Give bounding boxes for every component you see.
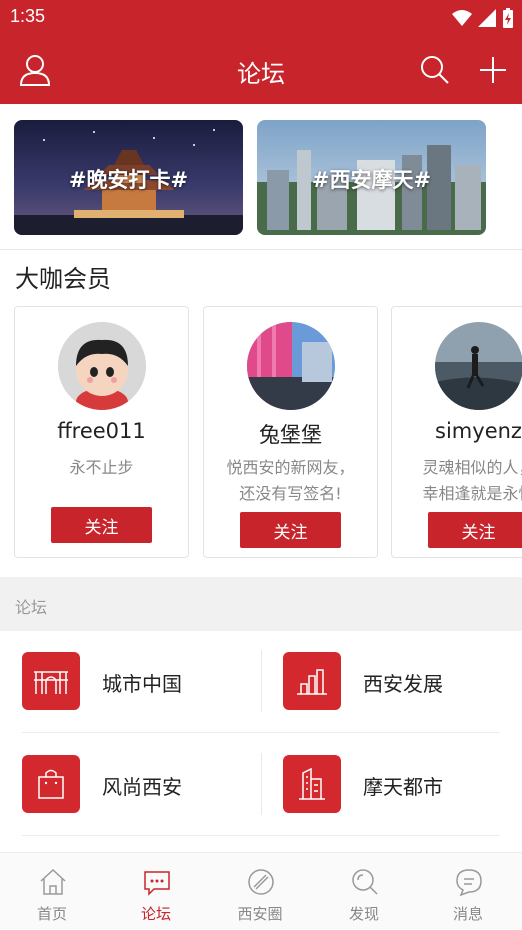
tab-xian-circle[interactable]: 西安圈: [208, 853, 312, 930]
divider: [22, 732, 500, 733]
forum-name: 西安发展: [363, 672, 443, 696]
message-icon: [456, 869, 482, 897]
cartoon-avatar-image: [58, 322, 146, 410]
banner-skyscraper[interactable]: #西安摩天#: [257, 120, 486, 235]
tab-forum[interactable]: 论坛: [104, 853, 208, 930]
add-button[interactable]: [475, 52, 511, 88]
members-section-title: 大咖会员: [15, 265, 111, 293]
forum-icon-tile: [283, 652, 341, 710]
member-card[interactable]: 兔堡堡 悦西安的新网友， 还没有写签名! 关注: [203, 306, 378, 558]
member-bio: 灵魂相似的人， 幸相逢就是永恒: [422, 458, 522, 503]
bar-chart-icon: [297, 669, 327, 695]
tab-label: 消息: [452, 905, 483, 923]
follow-button[interactable]: 关注: [240, 512, 341, 548]
forum-name: 风尚西安: [102, 775, 182, 799]
tab-label: 论坛: [140, 905, 171, 923]
follow-button[interactable]: 关注: [51, 507, 152, 543]
forum-item-xian-development[interactable]: 西安发展: [261, 652, 501, 752]
city-gate-icon: [34, 671, 68, 694]
members-carousel[interactable]: ffree011 永不止步 关注 兔堡堡 悦西安的新网友， 还没有写签名! 关注: [14, 306, 522, 562]
chat-icon: [144, 871, 170, 896]
app-header: 论坛: [0, 36, 522, 104]
forum-item-fashion-xian[interactable]: 风尚西安: [0, 755, 240, 855]
beach-photo-avatar: [435, 322, 522, 410]
topic-banners: #晚安打卡# #西安摩天#: [14, 120, 486, 235]
forum-icon-tile: [22, 755, 80, 813]
banner-label: #晚安打卡#: [68, 168, 189, 192]
signal-icon: [478, 9, 496, 27]
tab-label: 西安圈: [237, 905, 283, 923]
plus-icon: [480, 57, 506, 83]
banner-goodnight[interactable]: #晚安打卡#: [14, 120, 243, 235]
wifi-icon: [452, 10, 472, 26]
tab-home[interactable]: 首页: [0, 853, 104, 930]
forum-name: 摩天都市: [363, 775, 443, 799]
bottom-tab-bar: 首页 论坛 西安圈 发现 消息: [0, 852, 522, 929]
forum-item-skyscraper-city[interactable]: 摩天都市: [261, 755, 501, 855]
member-name: 兔堡堡: [259, 423, 322, 447]
member-card[interactable]: simyenz 灵魂相似的人， 幸相逢就是永恒 关注: [391, 306, 522, 558]
avatar[interactable]: [435, 322, 522, 410]
search-button[interactable]: [417, 52, 453, 88]
forum-section-title: 论坛: [15, 598, 48, 617]
forum-name: 城市中国: [102, 672, 182, 696]
skyscraper-icon: [299, 767, 325, 800]
forum-icon-tile: [22, 652, 80, 710]
divider: [22, 835, 500, 836]
tab-messages[interactable]: 消息: [416, 853, 520, 930]
forum-item-city-china[interactable]: 城市中国: [0, 652, 240, 752]
member-bio: 永不止步: [69, 458, 134, 477]
member-bio: 悦西安的新网友， 还没有写签名!: [226, 458, 355, 503]
divider: [0, 249, 522, 250]
search-icon: [421, 56, 449, 84]
avatar[interactable]: [247, 322, 335, 410]
home-icon: [40, 868, 66, 895]
forum-section-header: 论坛: [0, 577, 522, 631]
member-name: simyenz: [435, 419, 522, 443]
tab-label: 发现: [348, 905, 379, 923]
follow-button[interactable]: 关注: [428, 512, 522, 548]
tab-discover[interactable]: 发现: [312, 853, 416, 930]
avatar[interactable]: [58, 322, 146, 410]
discover-icon: [352, 869, 378, 895]
banner-label: #西安摩天#: [311, 168, 432, 192]
status-time: 1:35: [10, 6, 46, 26]
battery-icon: [503, 8, 513, 28]
shopping-bag-icon: [38, 769, 64, 799]
circle-icon: [248, 869, 274, 895]
member-name: ffree011: [57, 419, 146, 443]
status-bar: 1:35: [0, 0, 522, 36]
member-card[interactable]: ffree011 永不止步 关注: [14, 306, 189, 558]
tab-label: 首页: [36, 905, 67, 923]
forum-icon-tile: [283, 755, 341, 813]
building-photo-avatar: [247, 322, 335, 410]
